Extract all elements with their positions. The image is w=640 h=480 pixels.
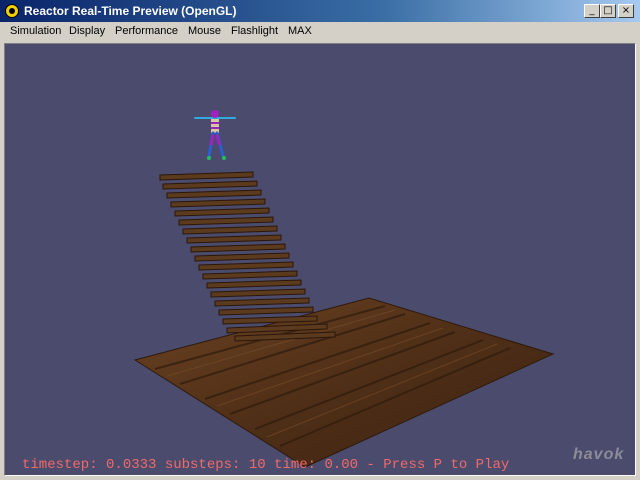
menu-bar: Simulation Display Performance Mouse Fla… xyxy=(0,22,640,42)
reactor-app-icon[interactable] xyxy=(5,4,19,18)
wooden-floor xyxy=(133,297,555,468)
title-bar[interactable]: Reactor Real-Time Preview (OpenGL) _ □ × xyxy=(0,0,640,22)
ragdoll-character xyxy=(194,110,236,160)
scene-render xyxy=(133,110,555,468)
menu-performance[interactable]: Performance xyxy=(113,25,180,37)
menu-flashlight[interactable]: Flashlight xyxy=(229,25,280,37)
simulation-status-text: timestep: 0.0333 substeps: 10 time: 0.00… xyxy=(22,457,510,473)
window-title: Reactor Real-Time Preview (OpenGL) xyxy=(24,4,237,18)
close-icon[interactable]: × xyxy=(618,4,634,18)
havok-logo: havok xyxy=(573,446,625,463)
menu-max[interactable]: MAX xyxy=(286,25,314,37)
reactor-preview-window: Reactor Real-Time Preview (OpenGL) _ □ ×… xyxy=(0,0,640,480)
maximize-icon[interactable]: □ xyxy=(600,4,616,18)
menu-simulation[interactable]: Simulation xyxy=(8,25,63,37)
opengl-viewport[interactable]: havok timestep: 0.0333 substeps: 10 time… xyxy=(4,43,636,476)
menu-mouse[interactable]: Mouse xyxy=(186,25,223,37)
minimize-icon[interactable]: _ xyxy=(584,4,600,18)
menu-display[interactable]: Display xyxy=(67,25,107,37)
